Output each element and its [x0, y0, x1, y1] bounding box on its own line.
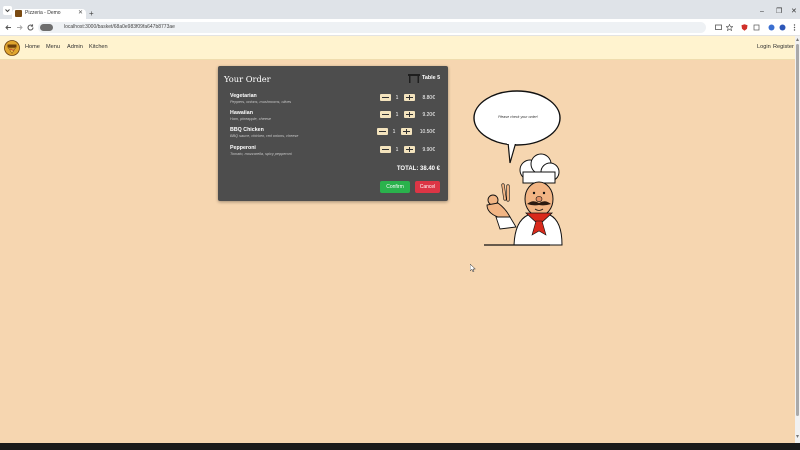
- order-item: Vegetarian Peppers, onions, mushrooms, o…: [230, 93, 442, 109]
- browser-tab-strip: Pizzeria - Demo ✕ + – ❐ ✕: [0, 0, 800, 19]
- bookmark-star-icon[interactable]: [726, 24, 733, 31]
- browser-toolbar: localhost:3000/basket/68a0e983f09fa647b8…: [0, 19, 800, 36]
- item-price: 8.80€: [422, 94, 435, 101]
- page-scrollbar[interactable]: [795, 36, 800, 443]
- item-name: Pepperoni: [230, 145, 256, 151]
- forward-icon[interactable]: [15, 23, 24, 32]
- minimize-icon[interactable]: –: [760, 8, 764, 16]
- back-icon[interactable]: [4, 23, 13, 32]
- item-name: BBQ Chicken: [230, 127, 264, 133]
- os-taskbar: [0, 443, 800, 450]
- address-bar[interactable]: localhost:3000/basket/68a0e983f09fa647b8…: [38, 22, 706, 33]
- item-quantity: 1: [395, 111, 399, 118]
- nav-kitchen[interactable]: Kitchen: [89, 44, 108, 50]
- profile-icon[interactable]: [779, 24, 786, 31]
- tab-search-icon[interactable]: [3, 6, 12, 15]
- mouse-cursor-icon: [470, 264, 476, 272]
- order-total: TOTAL: 38.40 €: [396, 166, 440, 172]
- item-price: 10.50€: [419, 128, 435, 135]
- item-description: Ham, pineapple, cheese: [230, 117, 271, 121]
- new-tab-icon[interactable]: +: [89, 9, 94, 19]
- item-description: Tomato, mozzarella, spicy pepperoni: [230, 152, 292, 156]
- cancel-button[interactable]: Cancel: [415, 181, 440, 193]
- item-name: Vegetarian: [230, 93, 257, 99]
- order-item: BBQ Chicken BBQ sauce, chicken, red onio…: [230, 127, 442, 143]
- chef-speech-text: Please check your order!: [498, 115, 538, 119]
- nav-login[interactable]: Login: [757, 44, 771, 50]
- extensions-icon[interactable]: [753, 24, 760, 31]
- app-navbar: Home Menu Admin Kitchen Login Register: [0, 36, 795, 60]
- nav-admin[interactable]: Admin: [67, 44, 83, 50]
- order-item: Pepperoni Tomato, mozzarella, spicy pepp…: [230, 145, 442, 161]
- pizzeria-logo-icon[interactable]: [4, 40, 20, 56]
- reload-icon[interactable]: [26, 23, 35, 32]
- chef-illustration: [473, 90, 563, 246]
- item-price: 9.90€: [422, 146, 435, 153]
- order-item: Hawaiian Ham, pineapple, cheese 1 9.20€: [230, 110, 442, 126]
- url-text: localhost:3000/basket/68a0e983f09fa647b8…: [64, 24, 175, 30]
- site-info-icon[interactable]: [40, 24, 53, 31]
- tab-title: Pizzeria - Demo: [25, 10, 61, 16]
- maximize-icon[interactable]: ❐: [776, 8, 782, 16]
- decrease-quantity-button[interactable]: [380, 94, 391, 101]
- table-icon: [408, 74, 420, 83]
- pizzeria-favicon-icon: [15, 10, 22, 17]
- nav-home[interactable]: Home: [25, 44, 40, 50]
- scroll-up-icon[interactable]: [796, 38, 799, 41]
- decrease-quantity-button[interactable]: [377, 128, 388, 135]
- item-price: 9.20€: [422, 111, 435, 118]
- nav-register[interactable]: Register: [773, 44, 794, 50]
- order-card: Your Order Table 5 Vegetarian Peppers, o…: [218, 66, 448, 201]
- scroll-down-icon[interactable]: [796, 435, 799, 438]
- item-quantity: 1: [392, 128, 396, 135]
- item-description: BBQ sauce, chicken, red onions, cheese: [230, 134, 299, 138]
- cast-icon[interactable]: [715, 24, 722, 31]
- table-number: Table 5: [422, 75, 441, 81]
- nav-menu[interactable]: Menu: [46, 44, 60, 50]
- item-quantity: 1: [395, 146, 399, 153]
- item-name: Hawaiian: [230, 110, 253, 116]
- order-title: Your Order: [224, 74, 271, 84]
- decrease-quantity-button[interactable]: [380, 146, 391, 153]
- confirm-button[interactable]: Confirm: [380, 181, 410, 193]
- decrease-quantity-button[interactable]: [380, 111, 391, 118]
- item-description: Peppers, onions, mushrooms, olives: [230, 100, 292, 104]
- item-quantity: 1: [395, 94, 399, 101]
- menu-kebab-icon[interactable]: [791, 24, 798, 31]
- browser-tab[interactable]: Pizzeria - Demo ✕: [12, 9, 86, 19]
- tab-close-icon[interactable]: ✕: [78, 9, 83, 18]
- brave-shield-icon[interactable]: [741, 24, 748, 31]
- window-close-icon[interactable]: ✕: [791, 8, 797, 16]
- scroll-thumb[interactable]: [796, 44, 799, 416]
- shield-extension-icon[interactable]: [768, 24, 775, 31]
